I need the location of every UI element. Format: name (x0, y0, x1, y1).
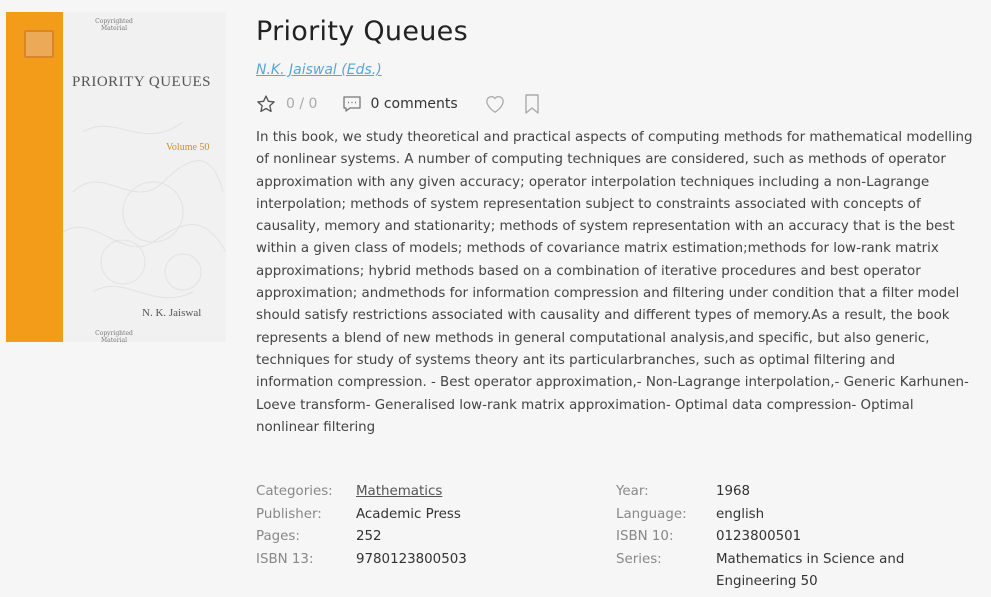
publisher-logo-icon (24, 30, 54, 58)
star-icon[interactable] (256, 94, 276, 114)
rating-value: 0 / 0 (286, 96, 317, 112)
comment-icon (343, 96, 362, 112)
cover-title: PRIORITY QUEUES (72, 74, 212, 90)
meta-row-isbn10: ISBN 10: 0123800501 (616, 526, 916, 549)
meta-key: Language: (616, 506, 687, 522)
comments-count: 0 comments (370, 96, 458, 112)
rating-separator: / (299, 96, 305, 112)
cover-volume: Volume 50 (166, 142, 210, 153)
meta-key: Publisher: (256, 506, 322, 522)
meta-value: 0123800501 (716, 529, 802, 544)
author-link[interactable]: N.K. Jaiswal (Eds.) (256, 62, 382, 78)
meta-row-isbn13: ISBN 13: 9780123800503 (256, 549, 467, 572)
meta-row-publisher: Publisher: Academic Press (256, 504, 467, 527)
meta-row-categories: Categories: Mathematics (256, 481, 467, 504)
book-description: In this book, we study theoretical and p… (256, 130, 973, 435)
meta-value: Academic Press (356, 506, 461, 522)
rating-widget[interactable]: 0 / 0 (256, 94, 317, 114)
meta-key: Categories: (256, 484, 333, 499)
comments-link[interactable]: 0 comments (317, 96, 458, 112)
meta-key: Series: (616, 551, 662, 567)
meta-row-language: Language: english (616, 504, 916, 527)
cover-pattern (63, 121, 226, 299)
meta-row-pages: Pages: 252 (256, 526, 467, 549)
cover-spine (6, 12, 63, 342)
meta-value: english (716, 506, 765, 522)
heart-icon[interactable] (484, 94, 506, 114)
meta-key: ISBN 10: (616, 529, 674, 544)
rating-count: 0 (308, 96, 318, 112)
meta-value: Mathematics in Science and Engineering 5… (716, 551, 905, 590)
rating-current: 0 (286, 96, 295, 112)
meta-value: 1968 (716, 484, 751, 499)
cover-top-text: Copyrighted Material (95, 18, 133, 32)
meta-key: Pages: (256, 529, 300, 544)
meta-left: Categories: Mathematics Publisher: Acade… (256, 481, 467, 571)
cover-bottom-text: Copyrighted Material (95, 330, 133, 342)
book-cover[interactable]: Copyrighted Material PRIORITY QUEUES Vol… (6, 12, 226, 342)
meta-value: 9780123800503 (356, 551, 467, 567)
bookmark-icon[interactable] (524, 94, 540, 114)
cover-author: N. K. Jaiswal (142, 307, 202, 319)
meta-value: 252 (356, 529, 382, 544)
meta-key: Year: (616, 484, 649, 499)
action-bar: 0 / 0 0 comments (256, 93, 540, 115)
book-title: Priority Queues (256, 16, 468, 47)
meta-row-year: Year: 1968 (616, 481, 916, 504)
meta-row-series: Series: Mathematics in Science and Engin… (616, 549, 916, 594)
category-link[interactable]: Mathematics (356, 481, 442, 504)
meta-right: Year: 1968 Language: english ISBN 10: 01… (616, 481, 916, 594)
meta-key: ISBN 13: (256, 551, 314, 567)
